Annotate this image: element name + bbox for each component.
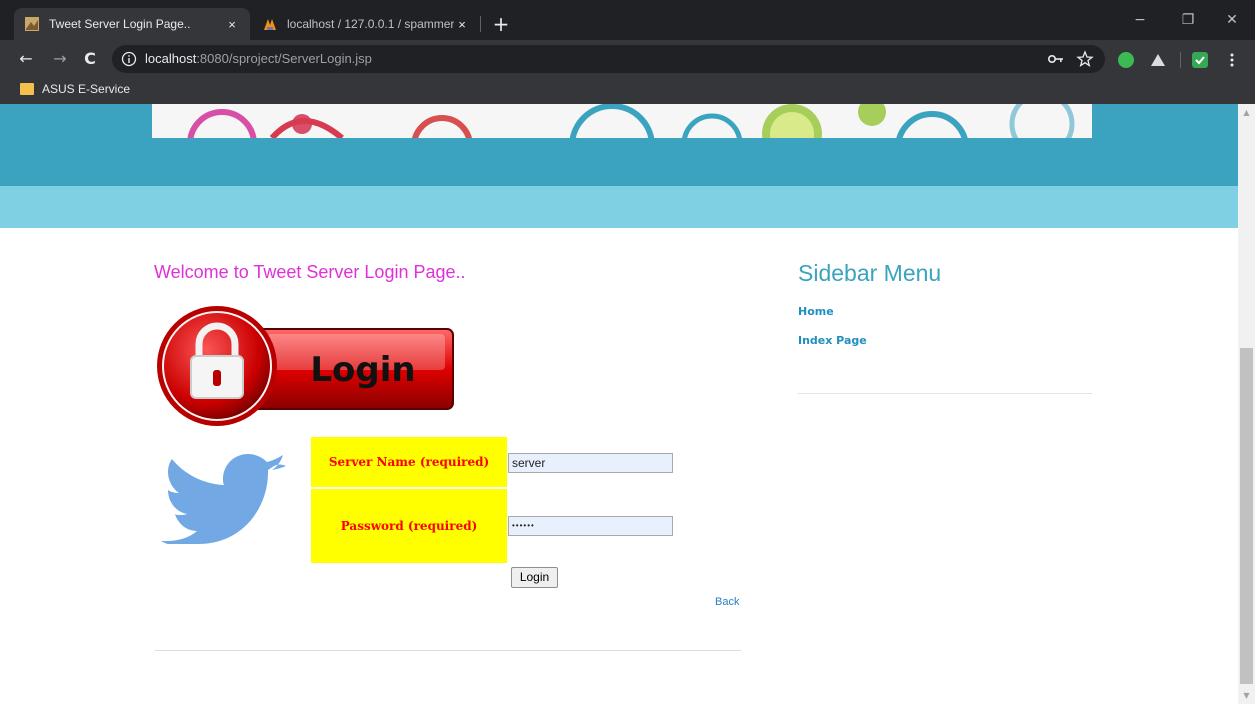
menu-kebab-icon[interactable] bbox=[1224, 52, 1240, 68]
tab-close-icon[interactable]: × bbox=[224, 17, 240, 32]
login-banner-image: Login bbox=[157, 306, 454, 426]
back-button[interactable]: ← bbox=[16, 49, 36, 69]
scroll-down-arrow-icon[interactable]: ▼ bbox=[1238, 687, 1255, 704]
password-input[interactable]: •••••• bbox=[508, 516, 673, 536]
tab-separator bbox=[480, 16, 481, 32]
reload-button[interactable]: C bbox=[80, 49, 100, 69]
server-name-label: Server Name (required) bbox=[311, 437, 507, 487]
tab-phpmyadmin[interactable]: localhost / 127.0.0.1 / spammer × bbox=[252, 8, 480, 40]
sidebar-divider bbox=[798, 393, 1092, 394]
scroll-up-arrow-icon[interactable]: ▲ bbox=[1238, 104, 1255, 121]
tab-title: Tweet Server Login Page.. bbox=[49, 17, 191, 31]
info-icon[interactable] bbox=[121, 51, 137, 67]
tab-title: localhost / 127.0.0.1 / spammer bbox=[287, 17, 454, 31]
page-favicon-icon bbox=[25, 17, 39, 31]
bookmarks-bar: ASUS E-Service bbox=[0, 78, 1255, 104]
new-tab-button[interactable]: + bbox=[490, 13, 512, 35]
bookmark-star-icon[interactable] bbox=[1076, 50, 1094, 68]
close-window-button[interactable]: ✕ bbox=[1222, 10, 1242, 30]
twitter-bird-icon bbox=[161, 454, 286, 544]
back-link[interactable]: Back bbox=[715, 596, 739, 608]
phpmyadmin-favicon-icon bbox=[264, 19, 276, 30]
url-host: localhost bbox=[145, 51, 197, 66]
tab-tweet-server-login[interactable]: Tweet Server Login Page.. × bbox=[14, 8, 250, 40]
minimize-button[interactable]: − bbox=[1130, 10, 1150, 30]
address-bar[interactable]: localhost:8080/sproject/ServerLogin.jsp bbox=[112, 45, 1105, 73]
toolbar-separator bbox=[1180, 52, 1181, 68]
browser-toolbar: ← → C localhost:8080/sproject/ServerLogi… bbox=[0, 40, 1255, 78]
scroll-thumb[interactable] bbox=[1240, 348, 1253, 684]
login-banner-text: Login bbox=[310, 350, 415, 390]
extension-triangle-icon[interactable] bbox=[1150, 52, 1166, 68]
server-name-input[interactable]: server bbox=[508, 453, 673, 473]
welcome-heading: Welcome to Tweet Server Login Page.. bbox=[154, 262, 466, 282]
url-text: localhost:8080/sproject/ServerLogin.jsp bbox=[145, 51, 372, 66]
url-path: :8080/sproject/ServerLogin.jsp bbox=[196, 51, 372, 66]
page-viewport: Welcome to Tweet Server Login Page.. Log… bbox=[0, 104, 1238, 704]
bookmark-asus-e-service[interactable]: ASUS E-Service bbox=[20, 82, 130, 96]
sidebar-link-index-page[interactable]: Index Page bbox=[798, 334, 867, 347]
sidebar-link-home[interactable]: Home bbox=[798, 305, 834, 318]
header-banner-image bbox=[152, 104, 1092, 138]
restore-button[interactable]: ❐ bbox=[1178, 10, 1198, 30]
sidebar-title: Sidebar Menu bbox=[798, 260, 942, 286]
forward-button[interactable]: → bbox=[50, 49, 70, 69]
bookmark-folder-icon bbox=[20, 83, 34, 95]
bookmark-label: ASUS E-Service bbox=[42, 82, 131, 96]
adblock-extension-icon[interactable] bbox=[1118, 52, 1134, 68]
browser-tab-strip: Tweet Server Login Page.. × localhost / … bbox=[0, 0, 1255, 40]
shield-check-icon[interactable] bbox=[1192, 52, 1208, 68]
tab-close-icon[interactable]: × bbox=[454, 17, 470, 32]
password-label: Password (required) bbox=[311, 489, 507, 563]
content-divider bbox=[155, 650, 741, 651]
header-band-light bbox=[0, 186, 1238, 228]
page-scrollbar[interactable]: ▲ ▼ bbox=[1238, 104, 1255, 704]
login-submit-button[interactable]: Login bbox=[511, 567, 558, 588]
key-icon[interactable] bbox=[1047, 50, 1065, 68]
